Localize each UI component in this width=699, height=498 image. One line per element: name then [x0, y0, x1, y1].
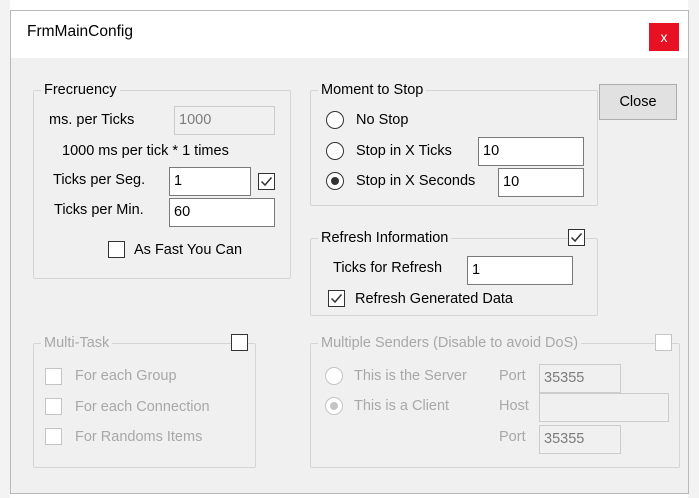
window-title: FrmMainConfig	[27, 23, 133, 40]
refresh-info-legend: Refresh Information	[318, 229, 452, 247]
as-fast-checkbox[interactable]	[108, 241, 125, 258]
multi-task-group: Multi-Task For each Group For each Conne…	[33, 334, 256, 468]
multi-task-legend: Multi-Task	[41, 334, 113, 352]
moment-to-stop-group: Moment to Stop No Stop Stop in X Ticks 1…	[310, 81, 598, 206]
for-randoms-items-label[interactable]: For Randoms Items	[75, 428, 202, 446]
no-stop-radio[interactable]	[326, 111, 344, 129]
check-icon	[570, 233, 583, 243]
close-icon: x	[660, 29, 668, 45]
server-port-label: Port	[499, 368, 526, 384]
background-app-strip-right	[688, 0, 699, 498]
check-icon	[330, 294, 343, 304]
title-bar[interactable]: FrmMainConfig x	[11, 11, 688, 58]
this-is-server-label[interactable]: This is the Server	[354, 367, 467, 385]
client-port-input[interactable]: 35355	[539, 425, 621, 454]
refresh-generated-label[interactable]: Refresh Generated Data	[355, 290, 513, 308]
dialog-client-area: Frecruency ms. per Ticks 1000 1000 ms pe…	[11, 58, 688, 493]
radio-selected-dot	[330, 402, 338, 410]
multi-task-enable-checkbox[interactable]	[231, 334, 248, 351]
client-port-label: Port	[499, 429, 526, 445]
stop-seconds-input[interactable]: 10	[498, 168, 584, 197]
ms-per-ticks-label: ms. per Ticks	[49, 112, 135, 128]
moment-to-stop-legend: Moment to Stop	[318, 81, 427, 99]
host-input[interactable]	[539, 393, 669, 422]
host-label: Host	[499, 398, 529, 414]
stop-seconds-radio[interactable]	[326, 172, 344, 190]
ms-per-ticks-input[interactable]: 1000	[174, 106, 275, 135]
for-each-group-label[interactable]: For each Group	[75, 367, 177, 385]
ticks-per-min-input[interactable]: 60	[169, 198, 275, 227]
ticks-per-min-label: Ticks per Min.	[54, 202, 144, 218]
background-app-strip-left	[0, 0, 10, 498]
for-each-connection-label[interactable]: For each Connection	[75, 398, 210, 416]
radio-selected-dot	[331, 177, 339, 185]
frequency-legend: Frecruency	[41, 81, 120, 99]
ticks-per-seg-label: Ticks per Seg.	[53, 172, 146, 188]
refresh-generated-checkbox[interactable]	[328, 290, 345, 307]
stop-seconds-label[interactable]: Stop in X Seconds	[356, 172, 475, 190]
as-fast-label[interactable]: As Fast You Can	[134, 241, 242, 259]
server-port-input[interactable]: 35355	[539, 364, 621, 393]
dialog-window: FrmMainConfig x Frecruency ms. per Ticks…	[10, 10, 689, 494]
multiple-senders-group: Multiple Senders (Disable to avoid DoS) …	[310, 334, 680, 468]
ticks-for-refresh-label: Ticks for Refresh	[333, 260, 443, 276]
check-icon	[260, 177, 273, 187]
stop-ticks-input[interactable]: 10	[478, 137, 584, 166]
frequency-info-text: 1000 ms per tick * 1 times	[62, 143, 229, 159]
this-is-client-label[interactable]: This is a Client	[354, 397, 449, 415]
stop-ticks-label[interactable]: Stop in X Ticks	[356, 142, 452, 160]
stop-ticks-radio[interactable]	[326, 142, 344, 160]
ticks-for-refresh-input[interactable]: 1	[467, 256, 573, 285]
refresh-info-group: Refresh Information Ticks for Refresh 1 …	[310, 229, 598, 316]
multiple-senders-enable-checkbox[interactable]	[655, 334, 672, 351]
this-is-client-radio[interactable]	[325, 397, 343, 415]
window-close-button[interactable]: x	[649, 23, 679, 51]
frequency-group: Frecruency ms. per Ticks 1000 1000 ms pe…	[33, 81, 291, 279]
multiple-senders-legend: Multiple Senders (Disable to avoid DoS)	[318, 334, 582, 352]
this-is-server-radio[interactable]	[325, 367, 343, 385]
ticks-per-seg-input[interactable]: 1	[169, 167, 251, 196]
refresh-enable-checkbox[interactable]	[568, 229, 585, 246]
for-each-connection-checkbox[interactable]	[45, 398, 62, 415]
for-randoms-items-checkbox[interactable]	[45, 428, 62, 445]
for-each-group-checkbox[interactable]	[45, 368, 62, 385]
close-button[interactable]: Close	[599, 84, 677, 120]
no-stop-label[interactable]: No Stop	[356, 111, 408, 129]
ticks-per-seg-checkbox[interactable]	[258, 173, 275, 190]
